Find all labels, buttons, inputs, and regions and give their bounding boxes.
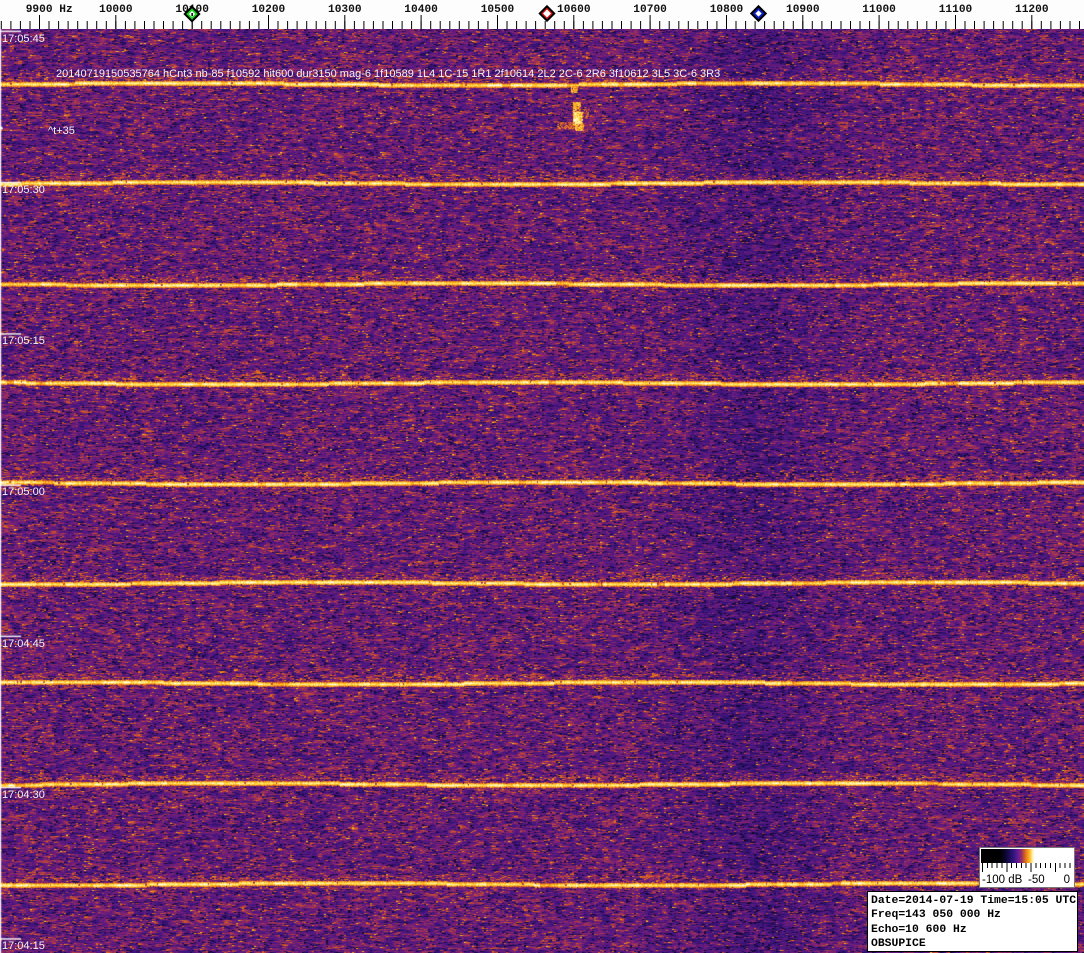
svg-text:10800: 10800 [710, 4, 744, 16]
svg-text:10900: 10900 [786, 4, 820, 16]
svg-text:10000: 10000 [99, 4, 133, 16]
svg-text:11100: 11100 [939, 4, 973, 16]
svg-text:10400: 10400 [404, 4, 438, 16]
svg-text:10300: 10300 [328, 4, 362, 16]
svg-text:10700: 10700 [633, 4, 667, 16]
svg-text:9900 Hz: 9900 Hz [26, 4, 73, 16]
svg-text:10600: 10600 [557, 4, 591, 16]
svg-text:11200: 11200 [1015, 4, 1049, 16]
svg-text:10200: 10200 [252, 4, 286, 16]
svg-text:11000: 11000 [862, 4, 896, 16]
svg-text:10500: 10500 [481, 4, 515, 16]
